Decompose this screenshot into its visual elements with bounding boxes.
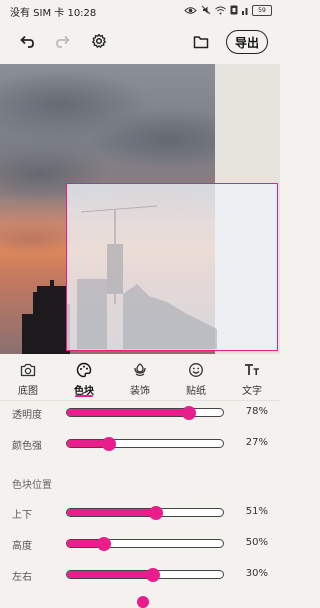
slider-fill	[67, 571, 153, 578]
vertical-label: 上下	[12, 510, 32, 521]
horizontal-value: 30%	[245, 568, 268, 579]
undo-icon	[19, 34, 35, 53]
status-bar: 没有 SIM 卡 10:28 59	[0, 0, 280, 22]
tab-label: 底图	[18, 386, 38, 397]
palette-icon	[76, 361, 92, 379]
signal-icon	[242, 5, 248, 15]
sim-icon	[230, 5, 238, 15]
open-folder-button[interactable]	[190, 32, 212, 54]
camera-icon	[20, 361, 36, 379]
slider-thumb[interactable]	[102, 436, 117, 451]
saturation-label: 颜色强	[12, 441, 42, 452]
smiley-icon	[188, 361, 204, 379]
block-position-title: 色块位置	[12, 480, 52, 491]
saturation-value: 27%	[245, 437, 268, 448]
tab-color-block[interactable]: 色块	[56, 356, 112, 400]
opacity-slider[interactable]	[66, 405, 224, 420]
tab-base-image[interactable]: 底图	[0, 356, 56, 400]
color-block-overlay[interactable]	[66, 183, 278, 351]
tab-label: 文字	[242, 386, 262, 397]
tab-decoration[interactable]: 装饰	[112, 356, 168, 400]
slider-fill	[67, 409, 189, 416]
height-value: 50%	[245, 537, 268, 548]
text-icon	[244, 361, 260, 379]
saturation-slider[interactable]	[66, 436, 224, 451]
tab-sticker[interactable]: 贴纸	[168, 356, 224, 400]
tab-text[interactable]: 文字	[224, 356, 280, 400]
redo-icon	[55, 34, 71, 53]
settings-button[interactable]	[88, 32, 110, 54]
mute-icon	[201, 5, 211, 15]
toolbar: 导出	[0, 22, 280, 64]
opacity-label: 透明度	[12, 410, 42, 421]
horizontal-slider[interactable]	[66, 567, 224, 582]
eye-icon	[184, 6, 197, 15]
opacity-value: 78%	[245, 406, 268, 417]
tab-label: 装饰	[130, 386, 150, 397]
slider-thumb[interactable]	[181, 405, 196, 420]
redo-button[interactable]	[52, 32, 74, 54]
slider-thumb[interactable]	[148, 505, 163, 520]
tab-label: 贴纸	[186, 386, 206, 397]
vertical-value: 51%	[245, 506, 268, 517]
flower-icon	[132, 361, 148, 379]
wifi-icon	[215, 6, 226, 15]
active-tab-indicator	[75, 395, 93, 397]
gear-icon	[91, 33, 107, 53]
battery-icon: 59	[252, 4, 272, 16]
vertical-slider[interactable]	[66, 505, 224, 520]
slider-thumb[interactable]	[145, 567, 160, 582]
editor-canvas[interactable]	[0, 64, 280, 354]
tab-bar: 底图 色块 装饰 贴纸 文字	[0, 356, 280, 401]
folder-icon	[193, 34, 209, 53]
status-carrier-time: 没有 SIM 卡 10:28	[10, 8, 97, 19]
status-icons: 59	[184, 4, 272, 16]
horizontal-label: 左右	[12, 572, 32, 583]
next-slider-thumb[interactable]	[137, 596, 149, 608]
undo-button[interactable]	[16, 32, 38, 54]
height-slider[interactable]	[66, 536, 224, 551]
height-label: 高度	[12, 541, 32, 552]
slider-thumb[interactable]	[97, 536, 112, 551]
slider-fill	[67, 509, 156, 516]
export-button[interactable]: 导出	[226, 30, 268, 54]
